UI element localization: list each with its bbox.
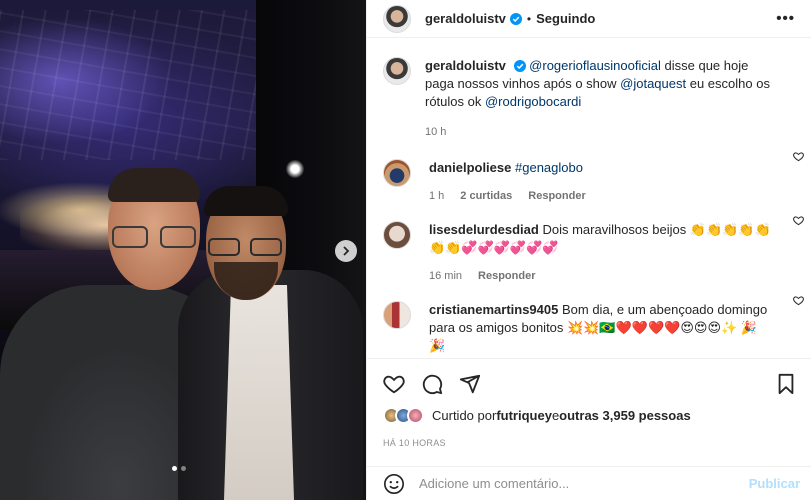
mention-link[interactable]: @rodrigobocardi — [485, 94, 581, 109]
comment-emoji: 💥💥🇧🇷❤️❤️❤️❤️😍😍😍✨ — [567, 320, 738, 335]
person-right-shirt — [224, 285, 294, 500]
caption-row: geraldoluistv @rogerioflausinooficial di… — [367, 39, 811, 141]
reply-button[interactable]: Responder — [478, 267, 535, 285]
more-options-button[interactable]: ••• — [776, 10, 795, 27]
carousel-dots — [172, 466, 186, 471]
publish-button[interactable]: Publicar — [749, 476, 800, 491]
likes-prefix: Curtido por — [432, 408, 497, 423]
carousel-dot — [181, 466, 186, 471]
verified-icon — [513, 60, 526, 72]
author-username[interactable]: geraldoluistv — [425, 11, 506, 26]
person-right-hair — [204, 186, 288, 216]
comment-hashtag[interactable]: #genaglobo — [515, 160, 583, 175]
caption-avatar[interactable] — [383, 57, 411, 85]
bookmark-icon[interactable] — [776, 373, 796, 395]
header-separator: • — [526, 11, 532, 26]
comment-time[interactable]: 1 h — [429, 187, 444, 205]
commenter-username[interactable]: danielpoliese — [429, 160, 511, 175]
likes-summary[interactable]: Curtido por futriquey e outras 3,959 pes… — [383, 407, 691, 424]
post-side-panel: geraldoluistv • Seguindo ••• geraldoluis… — [366, 0, 811, 500]
comment-icon[interactable] — [421, 373, 443, 395]
comment-likes[interactable]: 2 curtidas — [460, 187, 512, 205]
mention-link[interactable]: @rogerioflausinooficial — [529, 58, 661, 73]
comment-row: lisesdelurdesdiad Dois maravilhosos beij… — [367, 205, 811, 285]
liker-avatar — [407, 407, 424, 424]
commenter-avatar[interactable] — [383, 159, 411, 187]
heart-icon[interactable] — [793, 295, 804, 306]
author-avatar[interactable] — [383, 4, 411, 33]
caption-username[interactable]: geraldoluistv — [425, 58, 506, 73]
liker-username[interactable]: futriquey — [496, 408, 552, 423]
comments-list[interactable]: geraldoluistv @rogerioflausinooficial di… — [367, 39, 811, 359]
comment-text: Dois maravilhosos beijos — [542, 222, 687, 237]
liker-avatars — [383, 407, 424, 424]
commenter-avatar[interactable] — [383, 301, 411, 329]
carousel-dot-active — [172, 466, 177, 471]
post-actions-bar — [367, 361, 811, 407]
caption-time[interactable]: 10 h — [425, 123, 446, 141]
comment-row: danielpoliese #genaglobo 1 h 2 curtidas … — [367, 141, 811, 205]
comment-input[interactable] — [419, 476, 749, 491]
heart-icon[interactable] — [793, 151, 804, 162]
share-icon[interactable] — [459, 373, 481, 395]
person-left-hair — [108, 168, 200, 202]
reply-button[interactable]: Responder — [528, 187, 585, 205]
person-left-glasses — [112, 226, 196, 250]
verified-icon — [509, 12, 522, 25]
post-photo[interactable] — [0, 0, 366, 500]
spotlight — [286, 160, 304, 178]
following-button[interactable]: Seguindo — [536, 11, 595, 26]
commenter-avatar[interactable] — [383, 221, 411, 249]
chevron-right-icon — [343, 246, 350, 256]
person-right-glasses — [208, 238, 282, 258]
post-timestamp[interactable]: HÁ 10 HORAS — [383, 438, 446, 448]
next-slide-button[interactable] — [335, 240, 357, 262]
post-header: geraldoluistv • Seguindo ••• — [367, 0, 811, 38]
comment-time[interactable]: 16 min — [429, 267, 462, 285]
comment-emoji: 👏👏💞💞💞💞💞💞 — [429, 240, 559, 255]
mention-link[interactable]: @jotaquest — [620, 76, 686, 91]
add-comment-bar: Publicar — [367, 466, 811, 500]
likes-middle: e — [551, 408, 560, 423]
heart-icon[interactable] — [793, 215, 804, 226]
commenter-username[interactable]: cristianemartins9405 — [429, 302, 558, 317]
venue-ceiling — [0, 10, 260, 160]
comment-emoji: 👏👏👏👏👏 — [689, 222, 771, 237]
emoji-icon[interactable] — [383, 473, 405, 495]
likes-others[interactable]: outras 3,959 pessoas — [559, 408, 691, 423]
comment-row: cristianemartins9405 Bom dia, e um abenç… — [367, 285, 811, 355]
commenter-username[interactable]: lisesdelurdesdiad — [429, 222, 539, 237]
heart-icon[interactable] — [383, 373, 405, 395]
